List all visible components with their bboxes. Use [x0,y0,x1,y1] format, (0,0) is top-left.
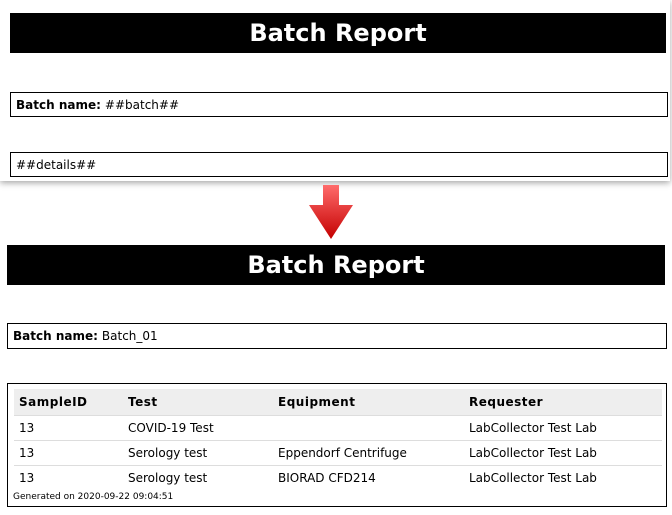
template-card: Batch Report Batch name: ##batch## ##det… [0,0,670,181]
table-row: 13 Serology test Eppendorf Centrifuge La… [14,440,662,466]
result-batch-name-label: Batch name: [13,329,98,343]
result-batch-name-field: Batch name: Batch_01 [7,323,667,349]
result-title-banner: Batch Report [7,245,665,285]
cell-test: Serology test [123,465,273,490]
result-batch-name-value: Batch_01 [101,329,158,343]
cell-test: COVID-19 Test [123,415,273,441]
template-details-value: ##details## [16,157,97,172]
column-header-sampleid: SampleID [14,389,123,416]
template-details-field: ##details## [10,152,668,177]
column-header-test: Test [123,389,273,416]
cell-requester: LabCollector Test Lab [464,465,662,490]
table-row: 13 Serology test BIORAD CFD214 LabCollec… [14,465,662,490]
details-table: SampleID Test Equipment Requester 13 COV… [14,389,662,490]
template-title-banner: Batch Report [10,13,666,53]
column-header-requester: Requester [464,389,662,416]
cell-equipment [273,415,464,441]
cell-test: Serology test [123,440,273,466]
arrow-down-icon [309,185,353,239]
table-row: 13 COVID-19 Test LabCollector Test Lab [14,415,662,441]
cell-sampleid: 13 [14,440,123,466]
cell-requester: LabCollector Test Lab [464,415,662,441]
details-table-container: SampleID Test Equipment Requester 13 COV… [7,383,667,507]
template-batch-name-label: Batch name: [16,97,101,112]
template-batch-name-field: Batch name: ##batch## [10,92,668,117]
cell-equipment: Eppendorf Centrifuge [273,440,464,466]
column-header-equipment: Equipment [273,389,464,416]
cell-sampleid: 13 [14,465,123,490]
table-header-row: SampleID Test Equipment Requester [14,389,662,416]
cell-requester: LabCollector Test Lab [464,440,662,466]
template-batch-name-value: ##batch## [104,97,180,112]
cell-equipment: BIORAD CFD214 [273,465,464,490]
cell-sampleid: 13 [14,415,123,441]
generated-timestamp: Generated on 2020-09-22 09:04:51 [13,492,174,502]
